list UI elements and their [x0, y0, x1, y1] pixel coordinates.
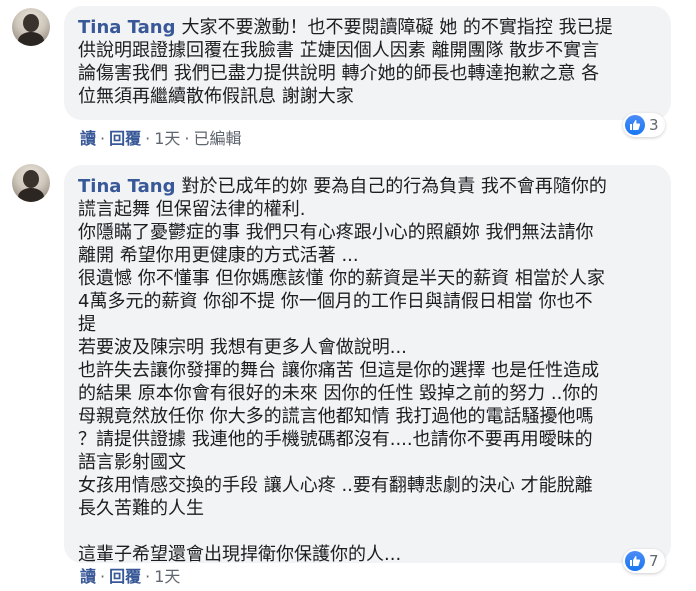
comment-actions: 讀 · 回覆 · 1天 · 已編輯 — [80, 125, 242, 149]
comment-author[interactable]: Tina Tang — [78, 176, 175, 197]
avatar-face — [23, 14, 39, 32]
like-icon — [625, 551, 645, 571]
avatar-body — [18, 32, 44, 46]
reaction-count: 3 — [649, 116, 659, 134]
separator: · — [100, 129, 106, 148]
comment-text: Tina Tang 對於已成年的妳 要為自己的行為負責 我不會再隨你的 謊言起舞 … — [78, 175, 657, 566]
separator: · — [100, 567, 106, 586]
reply-link[interactable]: 回覆 — [109, 567, 141, 586]
read-link[interactable]: 讀 — [80, 129, 96, 148]
comment-bubble: Tina Tang 大家不要激動！也不要閱讀障礙 她 的不實指控 我已提 供說明跟… — [64, 6, 671, 120]
reaction-count: 7 — [649, 552, 659, 570]
comment-body: 對於已成年的妳 要為自己的行為負責 我不會再隨你的 謊言起舞 但保留法律的權利.… — [78, 176, 607, 565]
like-icon — [625, 115, 645, 135]
avatar-face — [23, 170, 39, 188]
comment-text: Tina Tang 大家不要激動！也不要閱讀障礙 她 的不實指控 我已提 供說明跟… — [78, 16, 657, 108]
comment-author[interactable]: Tina Tang — [78, 17, 175, 38]
reply-link[interactable]: 回覆 — [109, 129, 141, 148]
read-link[interactable]: 讀 — [80, 567, 96, 586]
timestamp[interactable]: 1天 — [154, 129, 180, 148]
avatar[interactable] — [12, 164, 50, 202]
reaction-badge[interactable]: 3 — [623, 113, 665, 137]
edited-label[interactable]: 已編輯 — [194, 129, 242, 148]
reaction-badge[interactable]: 7 — [623, 549, 665, 573]
separator: · — [145, 567, 151, 586]
avatar-body — [18, 188, 44, 202]
comment-actions: 讀 · 回覆 · 1天 — [80, 563, 180, 587]
avatar[interactable] — [12, 8, 50, 46]
timestamp[interactable]: 1天 — [154, 567, 180, 586]
separator: · — [184, 129, 190, 148]
separator: · — [145, 129, 151, 148]
comment-bubble: Tina Tang 對於已成年的妳 要為自己的行為負責 我不會再隨你的 謊言起舞 … — [64, 165, 671, 566]
